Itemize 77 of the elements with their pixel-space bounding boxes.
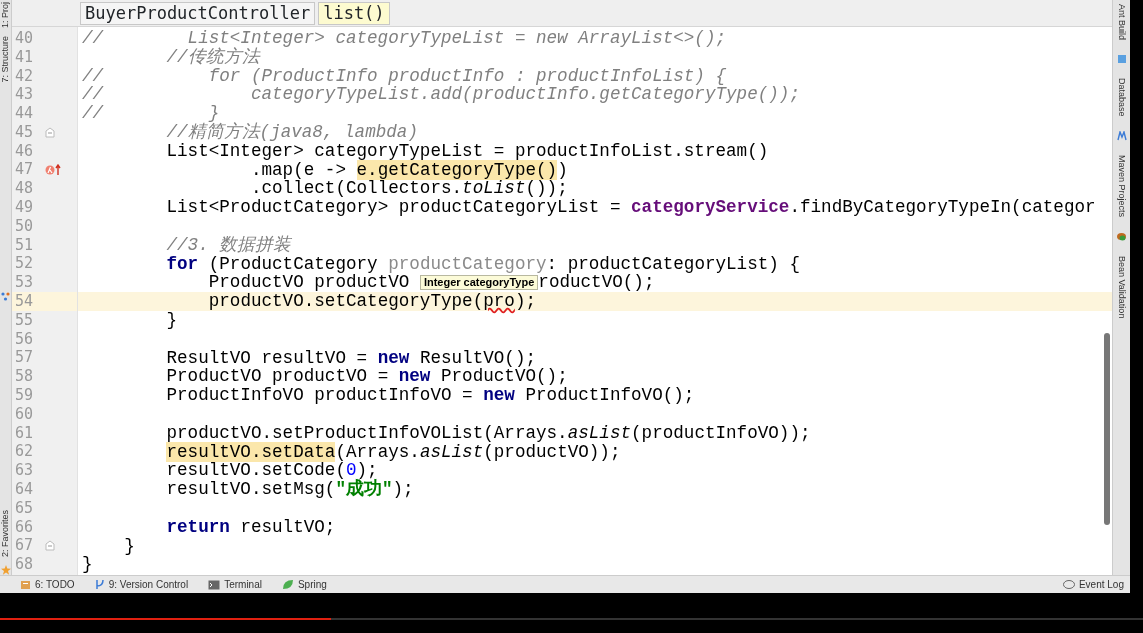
line-number: 68 — [15, 555, 35, 575]
line-number: 51 — [15, 235, 35, 255]
code-line: .collect(Collectors.toList()); — [249, 179, 569, 199]
line-number: 64 — [15, 480, 35, 500]
star-icon — [0, 565, 11, 575]
tool-window-tab[interactable]: 9: Version Control — [108, 577, 189, 592]
line-number: 40 — [15, 28, 35, 48]
scrollbar[interactable] — [1104, 333, 1110, 525]
code-line: List<Integer> categoryTypeList = productInfoList.stream() — [165, 141, 770, 161]
line-number: 47 — [15, 160, 35, 180]
tool-window-tab[interactable]: Database — [1116, 78, 1127, 117]
line-number: 45 — [15, 122, 35, 142]
code-line: // } — [81, 104, 220, 123]
line-number: 66 — [15, 517, 35, 537]
code-line: } — [123, 536, 136, 556]
breadcrumb-item[interactable]: list() — [318, 1, 390, 25]
code-line: ProductInfoVO productInfoVO = new ProductInfoVO(); — [165, 386, 696, 405]
tool-window-tab[interactable]: Maven Projects — [1116, 154, 1127, 217]
line-number: 65 — [15, 498, 35, 518]
tool-window-tab[interactable]: Terminal — [224, 577, 262, 592]
line-number: 61 — [15, 423, 35, 443]
code-line: //3. 数据拼装 — [165, 235, 293, 255]
line-number: 44 — [15, 104, 35, 124]
code-line: resultVO.setData(Arrays.asList(productVO)); — [165, 442, 622, 462]
leaf-icon — [281, 579, 294, 590]
line-number: 59 — [15, 386, 35, 406]
tool-window-tab[interactable]: 2: Favorites — [0, 510, 11, 557]
balloon-icon — [1062, 579, 1075, 590]
parameter-tooltip: Integer categoryType — [419, 275, 539, 291]
line-number: 50 — [15, 216, 35, 236]
line-number: 54 — [15, 292, 35, 312]
line-number: 60 — [15, 404, 35, 424]
code-line: for (ProductCategory productCategory: productCategoryList) { — [165, 254, 801, 274]
tool-window-tab[interactable]: 1: Proj — [0, 2, 11, 28]
code-line: ProductVO productVO Integer categoryType roductVO(); — [207, 273, 655, 293]
code-line: // categoryTypeList.add(productInfo.getCategoryType()); — [81, 85, 801, 105]
line-number: 43 — [15, 85, 35, 105]
todo-icon — [20, 579, 31, 590]
terminal-icon — [208, 579, 221, 590]
line-number: 67 — [15, 536, 35, 556]
line-number: 58 — [15, 367, 35, 387]
code-line: ResultVO resultVO = new ResultVO(); — [165, 348, 538, 368]
code-line: ProductVO productVO = new ProductVO(); — [165, 367, 569, 387]
line-number: 63 — [15, 461, 35, 481]
maven-icon — [1116, 130, 1127, 141]
code-line: } — [81, 555, 94, 575]
database-icon — [1116, 54, 1127, 65]
code-line: productVO.setProductInfoVOList(Arrays.asList(productInfoVO)); — [165, 423, 812, 443]
tool-window-tab[interactable]: 7: Structure — [0, 36, 11, 83]
event-log-tab[interactable]: Event Log — [1078, 577, 1124, 592]
line-number: 52 — [15, 254, 35, 274]
line-number: 62 — [15, 442, 35, 462]
line-number: 49 — [15, 198, 35, 218]
line-number: 57 — [15, 348, 35, 368]
line-number: 55 — [15, 310, 35, 330]
code-line: //传统方法 — [165, 47, 261, 67]
code-line: //精简方法(java8, lambda) — [165, 123, 419, 142]
code-line: return resultVO; — [165, 517, 337, 537]
tool-window-tab[interactable]: 6: TODO — [35, 577, 75, 592]
line-number: 56 — [15, 329, 35, 349]
line-number: 46 — [15, 141, 35, 161]
code-line: resultVO.setMsg("成功"); — [165, 480, 415, 499]
line-number: 48 — [15, 179, 35, 199]
line-number: 41 — [15, 47, 35, 67]
branch-icon — [94, 579, 105, 590]
code-line: // for (ProductInfo productInfo : productInfoList) { — [81, 66, 728, 86]
bean-icon — [1116, 230, 1127, 242]
tool-window-tab[interactable]: Ant Build — [1116, 4, 1127, 41]
tool-window-tab[interactable]: Spring — [297, 577, 327, 592]
structure-icon — [1, 291, 10, 301]
code-line: List<ProductCategory> productCategoryList = categoryService.findByCategoryTypeIn(categor — [165, 198, 1097, 217]
line-number: 53 — [15, 273, 35, 293]
breadcrumb-item[interactable]: BuyerProductController — [80, 1, 316, 25]
code-line: // List<Integer> categoryTypeList = new ArrayList<>(); — [81, 29, 728, 48]
line-number: 42 — [15, 66, 35, 86]
tool-window-tab[interactable]: Bean Validation — [1116, 255, 1127, 318]
code-line: } — [165, 310, 179, 330]
